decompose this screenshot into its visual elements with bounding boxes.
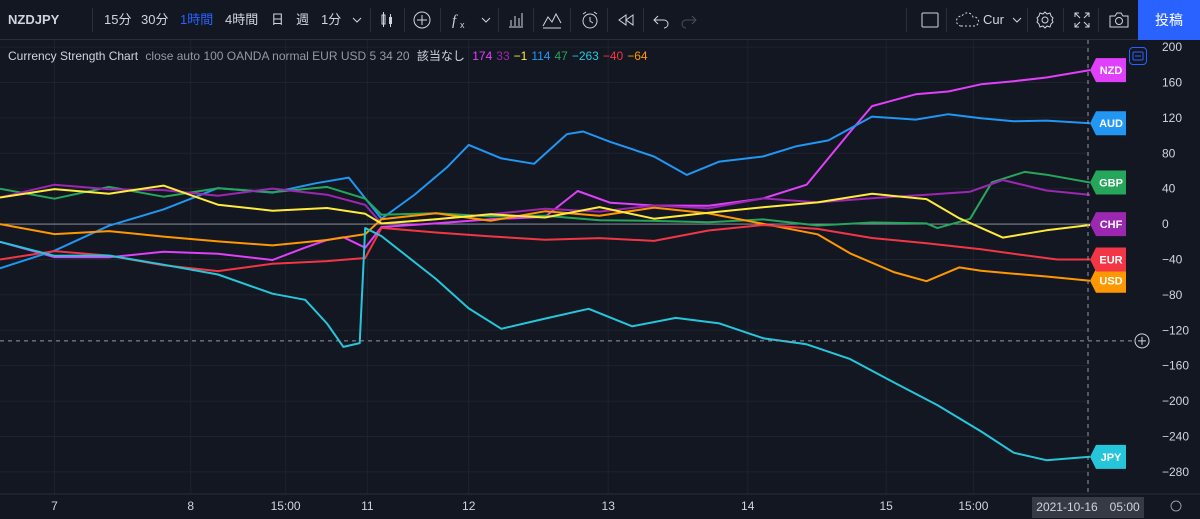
y-tick-label: 0 bbox=[1162, 217, 1169, 231]
y-tick-label: 40 bbox=[1162, 182, 1176, 196]
series-line bbox=[0, 227, 1091, 462]
legend-value: −64 bbox=[627, 49, 648, 63]
y-tick-label: −240 bbox=[1162, 429, 1189, 443]
x-tick-label: 13 bbox=[602, 499, 616, 513]
series-tag-eur: EUR bbox=[1099, 254, 1122, 266]
legend-value: −1 bbox=[513, 49, 528, 63]
series-tag-aud: AUD bbox=[1099, 118, 1123, 130]
y-tick-label: −160 bbox=[1162, 359, 1189, 373]
y-tick-label: −280 bbox=[1162, 465, 1189, 479]
x-tick-label: 11 bbox=[361, 499, 374, 513]
series-line bbox=[0, 69, 1091, 261]
x-tick-label: 7 bbox=[51, 499, 58, 513]
series-line bbox=[0, 113, 1091, 270]
legend-value: −263 bbox=[571, 49, 599, 63]
legend-value: 47 bbox=[554, 49, 568, 63]
y-tick-label: −200 bbox=[1162, 394, 1189, 408]
series-tag-chf: CHF bbox=[1100, 219, 1123, 231]
series-tag-nzd: NZD bbox=[1100, 65, 1123, 77]
series-tag-gbp: GBP bbox=[1099, 177, 1123, 189]
indicator-values: 174 33 −1 114 47 −263 −40 −64 bbox=[472, 49, 651, 63]
legend-value: 174 bbox=[472, 49, 493, 63]
series-lines bbox=[0, 69, 1091, 462]
x-tick-label: 15 bbox=[879, 499, 893, 513]
y-tick-label: 160 bbox=[1162, 75, 1182, 89]
x-axis: 7 8 15:00 11 12 13 14 15 15:00 2021-10-16 05:00 bbox=[0, 493, 1200, 518]
y-tick-label: 200 bbox=[1162, 40, 1182, 54]
indicator-title: Currency Strength Chart bbox=[8, 49, 139, 63]
y-tick-label: −40 bbox=[1162, 252, 1183, 266]
legend-value: 33 bbox=[496, 49, 510, 63]
indicator-params: close auto 100 OANDA normal EUR USD 5 34… bbox=[145, 49, 410, 63]
scale-button[interactable] bbox=[1129, 47, 1147, 65]
series-labels: NZD AUD GBP CHF USD EUR JPY bbox=[1090, 58, 1126, 469]
y-axis: 200 160 120 80 40 0 −40 −80 −120 −160 −200 −240 −280 bbox=[1150, 40, 1200, 494]
x-tick-label: 12 bbox=[462, 499, 476, 513]
y-tick-label: 80 bbox=[1162, 146, 1176, 160]
series-tag-jpy: JPY bbox=[1101, 452, 1122, 464]
crosshair-time: 2021-10-16 05:00 bbox=[1036, 500, 1140, 514]
y-tick-label: −80 bbox=[1162, 288, 1183, 302]
x-tick-label: 15:00 bbox=[271, 499, 301, 513]
legend-value: −40 bbox=[602, 49, 624, 63]
settings-icon bbox=[1170, 500, 1182, 512]
y-axis-bg bbox=[1150, 40, 1200, 494]
indicator-na: 該当なし bbox=[416, 49, 465, 63]
series-tag-usd: USD bbox=[1099, 276, 1122, 288]
currency-strength-chart[interactable]: −132 20016012080400−40−80−120−160−200−24… bbox=[0, 0, 1200, 519]
x-tick-label: 14 bbox=[741, 499, 755, 513]
legend-value: 114 bbox=[531, 49, 551, 63]
series-line bbox=[0, 206, 1091, 283]
x-tick-label: 8 bbox=[187, 499, 194, 513]
scale-icon bbox=[1132, 51, 1144, 61]
x-tick-label: 15:00 bbox=[958, 499, 988, 513]
y-tick-label: 120 bbox=[1162, 111, 1182, 125]
indicator-legend[interactable]: Currency Strength Chart close auto 100 O… bbox=[8, 47, 656, 64]
grid bbox=[0, 40, 1090, 494]
y-tick-label: −120 bbox=[1162, 323, 1189, 337]
